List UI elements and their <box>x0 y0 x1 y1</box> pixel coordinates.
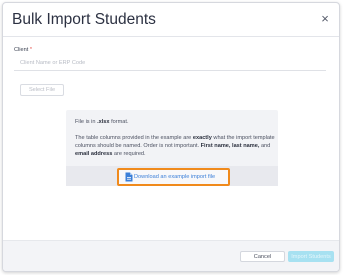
client-input[interactable] <box>14 55 326 71</box>
modal-footer: Cancel Import Students <box>3 240 339 271</box>
format-note-ext: .xlsx <box>97 119 110 125</box>
client-label: Client * <box>14 47 32 53</box>
select-file-button[interactable]: Select File <box>20 84 64 96</box>
required-mark: * <box>29 47 33 53</box>
instructions-part4: are required. <box>112 151 146 157</box>
import-students-button[interactable]: Import Students <box>288 251 334 262</box>
instructions-exactly: exactly <box>192 135 212 141</box>
format-note-prefix: File is in <box>75 119 98 125</box>
modal-title: Bulk Import Students <box>12 11 156 28</box>
bulk-import-modal: Bulk Import Students × Client * Select F… <box>2 2 340 272</box>
modal-body: Client * Select File File is in .xlsx fo… <box>3 37 339 241</box>
file-info-panel: File is in .xlsx format. The table colum… <box>66 110 278 186</box>
download-band: Download an example import file <box>66 166 278 186</box>
instructions-part3: and <box>259 143 271 149</box>
file-format-note: File is in .xlsx format. <box>75 119 129 125</box>
close-icon[interactable]: × <box>319 12 331 26</box>
instructions-part1: The table columns provided in the exampl… <box>75 135 193 141</box>
download-example-label: Download an example import file <box>134 173 216 180</box>
client-label-text: Client <box>14 47 29 53</box>
cancel-button[interactable]: Cancel <box>240 251 285 262</box>
format-note-suffix: format. <box>109 119 129 125</box>
instructions-fields1: First name, last name, <box>200 143 260 149</box>
download-example-button[interactable]: Download an example import file <box>117 168 230 186</box>
modal-header: Bulk Import Students × <box>3 3 339 37</box>
document-icon <box>125 172 133 182</box>
column-instructions: The table columns provided in the exampl… <box>75 134 275 158</box>
instructions-fields2: email address <box>75 151 113 157</box>
